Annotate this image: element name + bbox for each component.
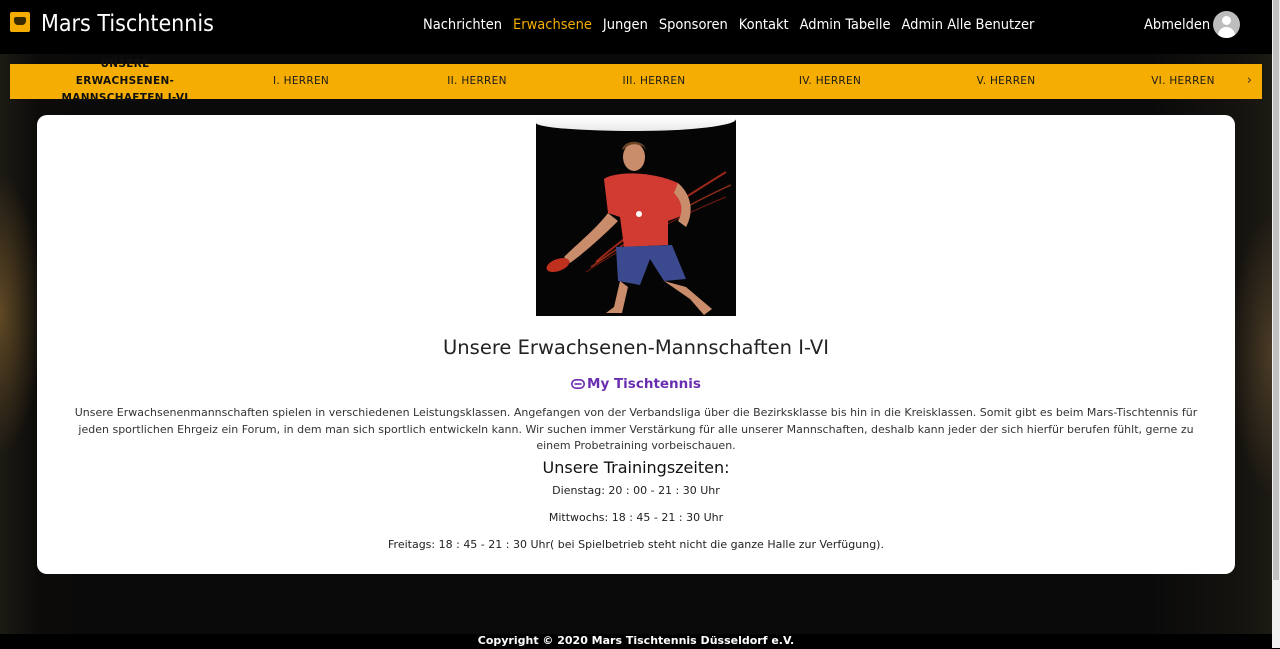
tab-v-herren[interactable]: V. HERREN bbox=[946, 64, 1066, 99]
tab-iii-herren[interactable]: III. HERREN bbox=[594, 64, 714, 99]
training-time-dienstag: Dienstag: 20 : 00 - 21 : 30 Uhr bbox=[552, 484, 720, 497]
avatar-body bbox=[1218, 27, 1235, 38]
team-tabs: UNSERE ERWACHSENEN-MANNSCHAFTEN I-VI I. … bbox=[10, 58, 1262, 104]
training-time-mittwochs: Mittwochs: 18 : 45 - 21 : 30 Uhr bbox=[548, 511, 724, 524]
training-time-freitags: Freitags: 18 : 45 - 21 : 30 Uhr( bei Spi… bbox=[388, 538, 884, 551]
top-navbar: Mars Tischtennis Nachrichten Erwachsene … bbox=[0, 0, 1272, 54]
main-nav: Nachrichten Erwachsene Jungen Sponsoren … bbox=[423, 15, 1045, 35]
brand-title[interactable]: Mars Tischtennis bbox=[41, 10, 214, 38]
content-card: Unsere Erwachsenen-Mannschaften I-VI My … bbox=[37, 115, 1235, 574]
scrollbar-thumb[interactable] bbox=[1273, 0, 1279, 580]
training-heading: Unsere Trainingszeiten: bbox=[542, 458, 730, 477]
nav-item-sponsoren[interactable]: Sponsoren bbox=[659, 15, 728, 35]
tab-unsere-mannschaften[interactable]: UNSERE ERWACHSENEN-MANNSCHAFTEN I-VI bbox=[50, 58, 200, 104]
tab-i-herren[interactable]: I. HERREN bbox=[241, 64, 361, 99]
footer-copyright: Copyright © 2020 Mars Tischtennis Düssel… bbox=[477, 634, 795, 647]
my-tischtennis-link[interactable]: My Tischtennis bbox=[37, 375, 1235, 394]
nav-item-kontakt[interactable]: Kontakt bbox=[739, 15, 789, 35]
avatar-icon[interactable] bbox=[1213, 11, 1240, 38]
tab-iv-herren[interactable]: IV. HERREN bbox=[770, 64, 890, 99]
nav-item-admin-alle-benutzer[interactable]: Admin Alle Benutzer bbox=[902, 15, 1035, 35]
player-illustration bbox=[546, 141, 732, 315]
avatar-head bbox=[1222, 16, 1231, 25]
club-logo-icon[interactable] bbox=[10, 12, 30, 32]
nav-item-jungen[interactable]: Jungen bbox=[603, 15, 648, 35]
tab-ii-herren[interactable]: II. HERREN bbox=[417, 64, 537, 99]
tab-vi-herren[interactable]: VI. HERREN bbox=[1123, 64, 1243, 99]
logout-link[interactable]: Abmelden bbox=[1144, 15, 1210, 35]
link-icon bbox=[571, 376, 586, 394]
my-tischtennis-label[interactable]: My Tischtennis bbox=[587, 376, 701, 392]
nav-item-admin-tabelle[interactable]: Admin Tabelle bbox=[800, 15, 891, 35]
table-tennis-player-image bbox=[536, 117, 736, 316]
page-scrollbar[interactable] bbox=[1272, 0, 1280, 648]
nav-item-erwachsene[interactable]: Erwachsene bbox=[513, 15, 592, 35]
nav-item-nachrichten[interactable]: Nachrichten bbox=[423, 15, 502, 35]
chevron-right-icon[interactable]: › bbox=[1247, 73, 1252, 89]
page-title: Unsere Erwachsenen-Mannschaften I-VI bbox=[443, 336, 829, 359]
description-text: Unsere Erwachsenenmannschaften spielen i… bbox=[74, 406, 1198, 452]
